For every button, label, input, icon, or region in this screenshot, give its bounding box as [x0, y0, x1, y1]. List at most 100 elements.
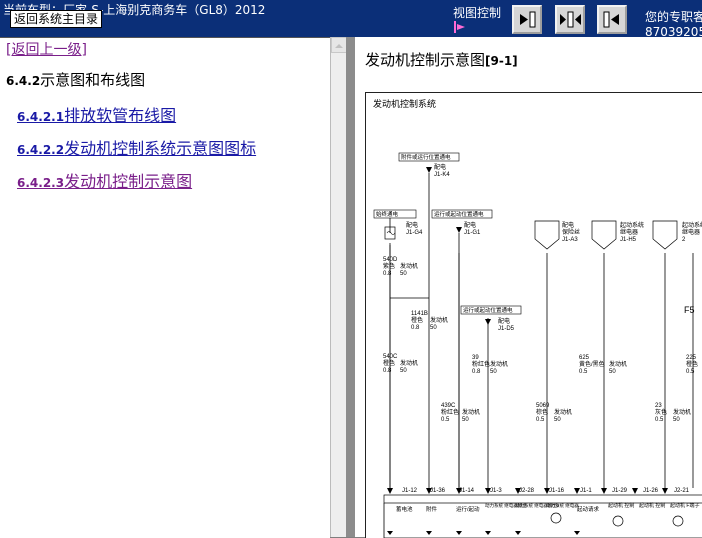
return-main-menu-button[interactable]: 返回系统主目录: [10, 10, 103, 28]
pane-splitter[interactable]: [346, 37, 355, 537]
feed-label: 配电: [406, 221, 418, 229]
fuse-block: [652, 220, 678, 250]
wire-label: 0.8: [472, 369, 481, 375]
page-title-suffix: [9-1]: [485, 54, 518, 68]
connector-pin: [632, 488, 638, 494]
wiring-diagram: 发动机控制系统 附件或运行位置通电 始终通电 运行或起动位置通电 运行或起动位置…: [365, 92, 702, 538]
ground-arrow: [387, 531, 393, 535]
feed-label: 继电器: [620, 228, 638, 236]
wire-label: 50: [400, 368, 407, 374]
connector-label: J1-14: [459, 488, 475, 494]
wire-label: 0.8: [383, 368, 392, 374]
connector-label: J1-1: [580, 488, 592, 494]
wire-label: 23: [655, 403, 662, 409]
content-pane: 发动机控制示意图[9-1] 发动机控制系统 附件或运行位置通电 始终通电 运行或…: [355, 37, 702, 538]
module-input-label: 蓄电池: [396, 505, 413, 513]
left-scrollbar[interactable]: [330, 37, 347, 537]
expert-label: 您的专职客: [645, 10, 702, 24]
feed-label: J1-G4: [406, 230, 423, 236]
wire-label: 0.5: [536, 417, 545, 423]
feed-label: 配电: [498, 317, 510, 325]
feed-label: 配电: [562, 221, 574, 229]
wire-label: 540D: [383, 257, 398, 263]
feed-label: J1-D5: [498, 326, 515, 332]
feed-label: 起动系统: [620, 221, 644, 229]
wire-label: 5069: [536, 403, 550, 409]
wire-label: 540C: [383, 354, 398, 360]
wire-label: 发动机: [400, 262, 418, 270]
driver-symbol: [612, 515, 624, 527]
feed-box-label: 运行或起动位置通电: [434, 210, 484, 218]
module-input-label: 附件: [426, 505, 438, 513]
feed-label: 保险丝: [562, 228, 580, 236]
wire-label: 0.5: [441, 417, 450, 423]
split-view-button[interactable]: [555, 5, 585, 34]
scroll-up-button[interactable]: [331, 37, 347, 53]
feed-label: 2: [682, 237, 686, 243]
section-title: 示意图和布线图: [40, 71, 146, 89]
wire-label: 粉红色: [441, 408, 459, 416]
fuse-block: [591, 220, 617, 250]
wire-label: 橙色: [686, 360, 698, 368]
wire-label: 棕色: [536, 408, 548, 416]
toc-label: 发动机控制示意图: [64, 172, 193, 191]
split-view-icon: [560, 11, 581, 28]
wire-label: 紫色: [383, 262, 395, 270]
feed-label: J1-A3: [562, 237, 578, 243]
wire-label: 39: [472, 355, 479, 361]
feed-label: J1-G1: [464, 230, 481, 236]
feed-arrow: [456, 227, 462, 233]
top-bar: 当前车型：厂家-S-上海别克商务车（GL8）2012 返回系统主目录 视图控制 …: [0, 0, 702, 39]
feed-label: 配电: [464, 221, 476, 229]
toc-number: 6.4.2.3: [17, 176, 65, 190]
toc-link-engine-schematic[interactable]: 6.4.2.3发动机控制示意图: [17, 168, 192, 192]
toc-link-schematic-icons[interactable]: 6.4.2.2发动机控制系统示意图图标: [17, 135, 256, 159]
page-forward-icon: [520, 11, 536, 28]
module-input-label: 起动请求: [577, 505, 600, 513]
wire-label: 发动机: [430, 316, 448, 324]
wire-label: 发动机: [673, 408, 691, 416]
wire-label: 225: [686, 355, 697, 361]
wire-label: 50: [462, 417, 469, 423]
feed-label: 起动系统: [682, 221, 702, 229]
page-back-icon: [603, 11, 619, 28]
page-back-button[interactable]: [597, 5, 627, 34]
toc-number: 6.4.2.1: [17, 110, 65, 124]
page-forward-button[interactable]: [512, 5, 542, 34]
feed-label: 继电器: [682, 228, 700, 236]
wire-label: 灰色: [655, 408, 667, 416]
wire-label: 439C: [441, 403, 456, 409]
ground-arrow: [456, 531, 462, 535]
wire-label: 0.8: [383, 271, 392, 277]
wire-label: 0.5: [655, 417, 664, 423]
connector-label: J2-28: [519, 488, 535, 494]
wire-label: 50: [673, 417, 680, 423]
connector-label: J1-36: [430, 488, 446, 494]
ground-arrow: [574, 531, 580, 535]
feed-box-label: 始终通电: [376, 210, 399, 218]
wire-label: 625: [579, 355, 590, 361]
driver-symbol: [672, 515, 684, 527]
page-title-text: 发动机控制示意图: [365, 51, 486, 69]
fuse-block: [534, 220, 560, 250]
wire-label: 50: [609, 369, 616, 375]
scroll-up-arrow-icon: [335, 44, 343, 48]
toc-label: 发动机控制系统示意图图标: [64, 139, 257, 158]
wire-label: 50: [430, 325, 437, 331]
wire-label: 发动机: [400, 359, 418, 367]
connector-pin: [601, 488, 607, 494]
fuse-symbol: [386, 231, 396, 235]
module-input-label: 动力系统 继电器: [546, 502, 579, 509]
wire-label: 0.8: [411, 325, 420, 331]
toc-label: 排放软管布线图: [64, 106, 177, 125]
wire-label: 0.5: [686, 369, 695, 375]
module-input-label: 起动机 F端子: [670, 502, 699, 509]
back-link[interactable]: [返回上一级]: [6, 39, 87, 59]
view-control-label: 视图控制: [453, 6, 502, 20]
driver-symbol: [550, 512, 562, 524]
connector-label: J2-21: [674, 488, 690, 494]
toc-link-emission-hose[interactable]: 6.4.2.1排放软管布线图: [17, 102, 176, 126]
section-number: 6.4.2: [6, 74, 41, 88]
wiring-schematic-svg: 发动机控制系统 附件或运行位置通电 始终通电 运行或起动位置通电 运行或起动位置…: [373, 98, 702, 538]
wire-label: 发动机: [554, 408, 572, 416]
